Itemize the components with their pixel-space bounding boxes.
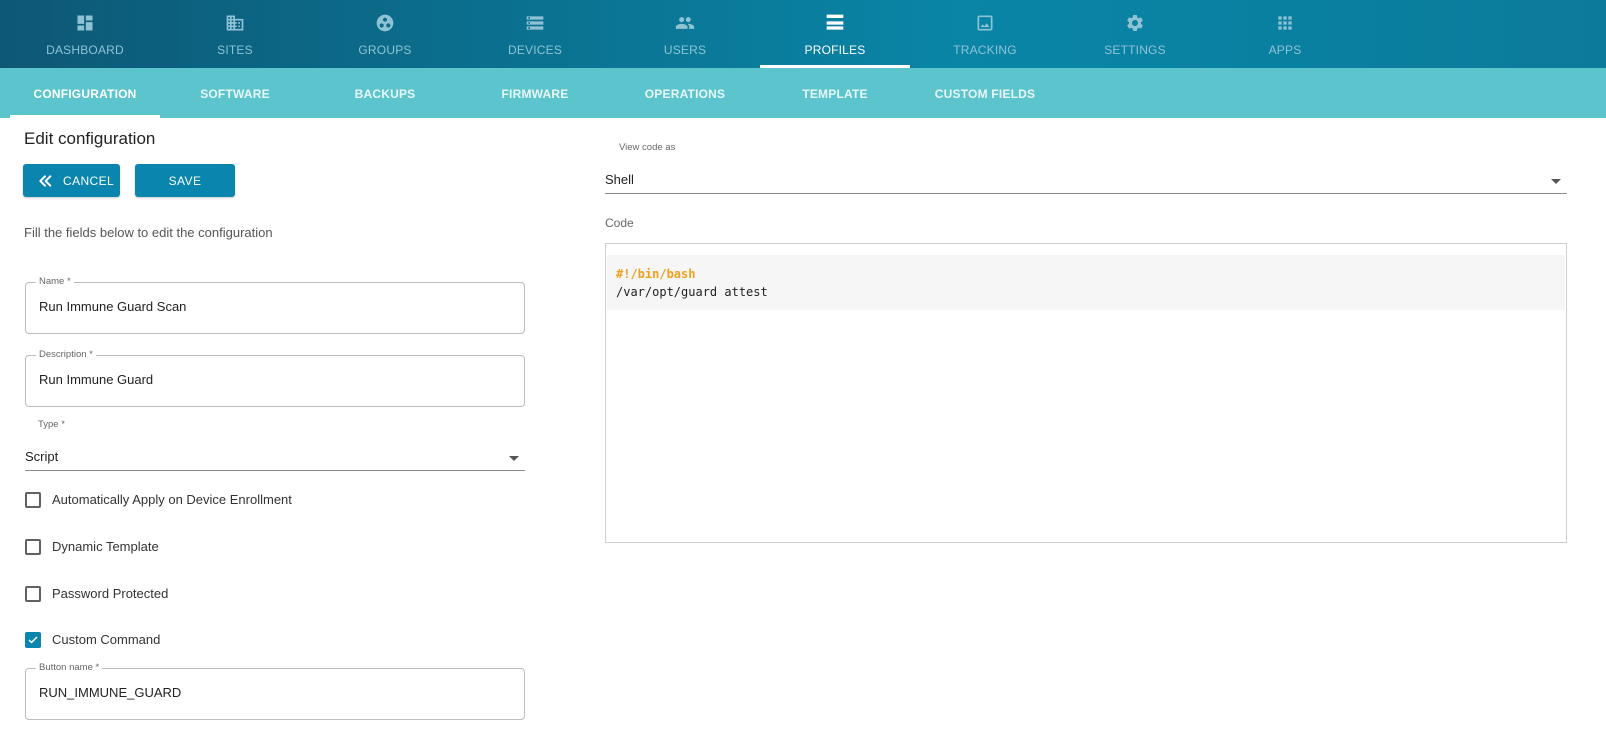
devices-icon xyxy=(526,16,544,30)
checkbox-password-protected[interactable]: Password Protected xyxy=(25,584,225,604)
tab-label-configuration: CONFIGURATION xyxy=(33,87,137,101)
apps-grid-icon xyxy=(1278,16,1292,30)
nav-item-users[interactable]: USERS xyxy=(610,0,760,68)
view-code-as-value: Shell xyxy=(605,172,634,187)
double-chevron-left-icon xyxy=(39,175,52,187)
description-input[interactable] xyxy=(39,372,509,387)
tab-firmware[interactable]: FIRMWARE xyxy=(460,68,610,118)
sub-navigation: CONFIGURATION SOFTWARE BACKUPS FIRMWARE … xyxy=(0,68,1606,118)
checkmark-icon xyxy=(28,636,38,644)
tab-label-custom-fields: CUSTOM FIELDS xyxy=(934,87,1036,101)
checkbox-label: Automatically Apply on Device Enrollment xyxy=(52,492,292,507)
tab-label-operations: OPERATIONS xyxy=(644,87,726,101)
button-name-field: Button name * xyxy=(25,662,525,720)
cancel-button-label: CANCEL xyxy=(63,174,115,188)
dashboard-icon xyxy=(77,15,93,31)
nav-item-profiles[interactable]: PROFILES xyxy=(760,0,910,68)
type-select-value: Script xyxy=(25,449,59,464)
save-button-label: SAVE xyxy=(168,174,202,188)
nav-label-users: USERS xyxy=(663,43,707,57)
checkbox-label: Dynamic Template xyxy=(52,539,159,554)
tab-label-software: SOFTWARE xyxy=(200,87,270,101)
checkbox-auto-apply[interactable]: Automatically Apply on Device Enrollment xyxy=(25,490,345,510)
nav-label-profiles: PROFILES xyxy=(804,43,866,57)
code-editor[interactable]: #!/bin/bash /var/opt/guard attest xyxy=(605,243,1567,543)
nav-item-sites[interactable]: SITES xyxy=(160,0,310,68)
nav-label-apps: APPS xyxy=(1268,43,1302,57)
tab-software[interactable]: SOFTWARE xyxy=(160,68,310,118)
tab-backups[interactable]: BACKUPS xyxy=(310,68,460,118)
checkbox-box[interactable] xyxy=(25,492,41,508)
description-field-label: Description * xyxy=(36,349,96,360)
code-line-command: /var/opt/guard attest xyxy=(616,285,768,299)
nav-item-settings[interactable]: SETTINGS xyxy=(1060,0,1210,68)
page-title: Edit configuration xyxy=(24,129,156,148)
nav-item-groups[interactable]: GROUPS xyxy=(310,0,460,68)
type-select-label: Type * xyxy=(38,419,65,430)
tracking-icon xyxy=(977,15,993,31)
nav-item-devices[interactable]: DEVICES xyxy=(460,0,610,68)
nav-label-settings: SETTINGS xyxy=(1104,43,1166,57)
view-code-as-select[interactable]: Shell xyxy=(605,170,1567,194)
tab-template[interactable]: TEMPLATE xyxy=(760,68,910,118)
checkbox-label: Password Protected xyxy=(52,586,169,601)
checkbox-box[interactable] xyxy=(25,539,41,555)
nav-label-dashboard: DASHBOARD xyxy=(46,43,124,57)
name-input[interactable] xyxy=(39,299,509,314)
code-line-shebang: #!/bin/bash xyxy=(616,267,696,281)
tab-label-template: TEMPLATE xyxy=(802,87,868,101)
checkbox-label: Custom Command xyxy=(52,632,161,647)
code-block xyxy=(607,255,1565,310)
tab-label-firmware: FIRMWARE xyxy=(501,87,569,101)
groups-icon xyxy=(376,14,394,32)
button-name-field-label: Button name * xyxy=(36,662,103,673)
nav-item-tracking[interactable]: TRACKING xyxy=(910,0,1060,68)
top-navigation: DASHBOARD SITES GROUPS DEVICES USERS PRO… xyxy=(0,0,1606,68)
checkbox-box-checked[interactable] xyxy=(25,632,41,648)
type-select[interactable]: Script xyxy=(25,447,525,471)
dropdown-caret-icon xyxy=(1551,179,1561,184)
cancel-button[interactable]: CANCEL xyxy=(23,164,120,197)
button-name-input[interactable] xyxy=(39,685,509,700)
save-button[interactable]: SAVE xyxy=(135,164,235,197)
name-field: Name * xyxy=(25,276,525,334)
tab-configuration[interactable]: CONFIGURATION xyxy=(10,68,160,118)
code-label: Code xyxy=(605,216,634,230)
nav-item-dashboard[interactable]: DASHBOARD xyxy=(10,0,160,68)
users-icon xyxy=(675,17,695,29)
profiles-icon xyxy=(826,14,844,30)
description-field: Description * xyxy=(25,349,525,407)
building-icon xyxy=(226,15,244,31)
tab-operations[interactable]: OPERATIONS xyxy=(610,68,760,118)
nav-item-apps[interactable]: APPS xyxy=(1210,0,1360,68)
view-code-as-label: View code as xyxy=(619,142,676,153)
tab-label-backups: BACKUPS xyxy=(354,87,416,101)
nav-label-groups: GROUPS xyxy=(358,43,412,57)
gear-icon xyxy=(1127,15,1143,31)
nav-label-devices: DEVICES xyxy=(507,43,563,57)
nav-label-sites: SITES xyxy=(217,43,253,57)
dropdown-caret-icon xyxy=(509,456,519,461)
checkbox-box[interactable] xyxy=(25,586,41,602)
tab-custom-fields[interactable]: CUSTOM FIELDS xyxy=(910,68,1060,118)
form-helper-text: Fill the fields below to edit the config… xyxy=(24,225,273,240)
checkbox-custom-command[interactable]: Custom Command xyxy=(25,630,225,650)
name-field-label: Name * xyxy=(36,276,74,287)
nav-label-tracking: TRACKING xyxy=(953,43,1017,57)
checkbox-dynamic-template[interactable]: Dynamic Template xyxy=(25,537,225,557)
